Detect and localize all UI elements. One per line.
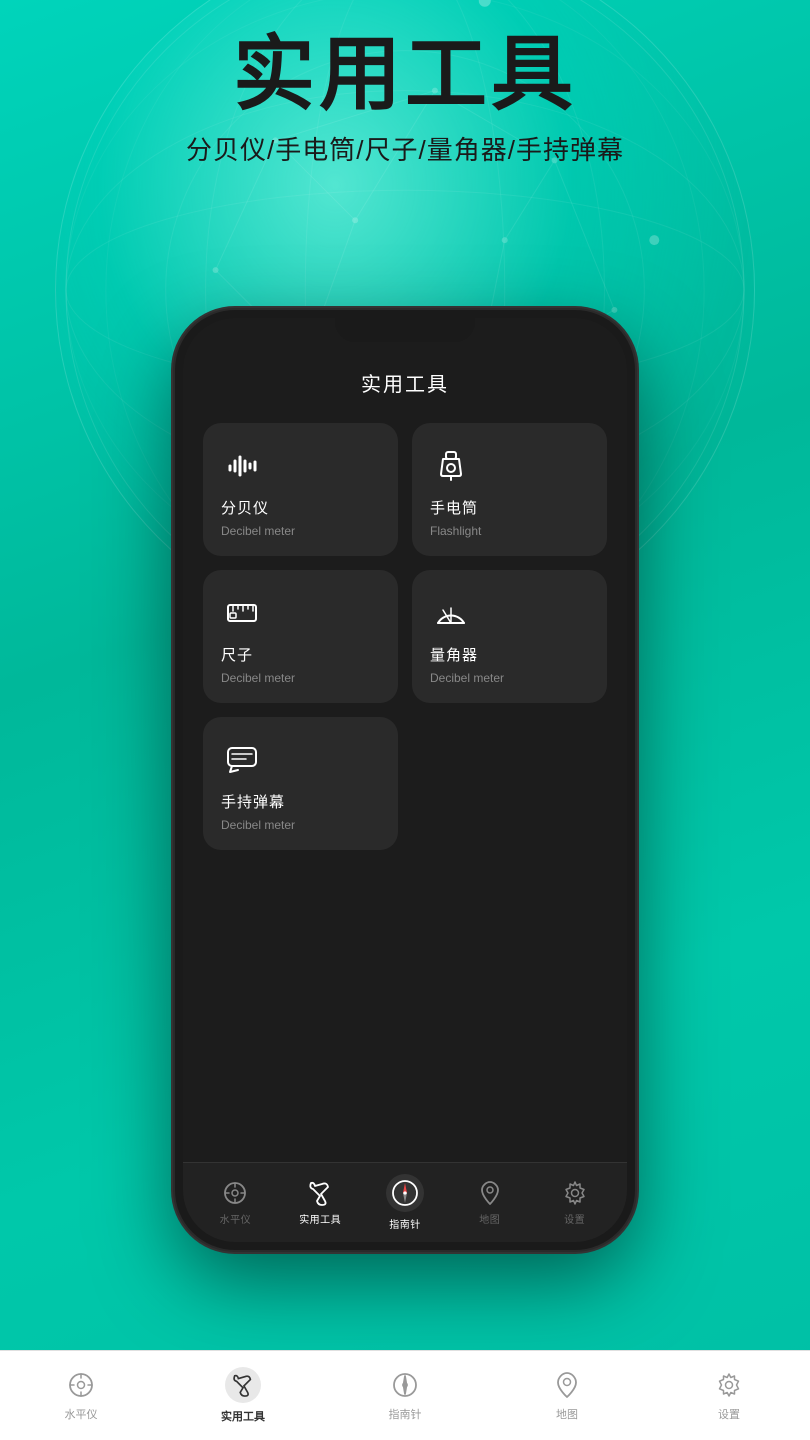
danmu-name-cn: 手持弹幕 <box>221 791 380 812</box>
screen-title: 实用工具 <box>203 368 607 397</box>
map-nav-icon <box>476 1179 504 1207</box>
bar-item-tools[interactable]: 实用工具 <box>162 1367 324 1424</box>
bar-settings-icon <box>713 1369 745 1401</box>
bar-tools-label: 实用工具 <box>221 1408 265 1424</box>
decibel-name-cn: 分贝仪 <box>221 497 380 518</box>
flashlight-name-cn: 手电筒 <box>430 497 589 518</box>
ruler-name-cn: 尺子 <box>221 644 380 665</box>
flashlight-icon <box>430 445 472 487</box>
nav-item-tools[interactable]: 实用工具 <box>278 1179 363 1226</box>
bar-settings-label: 设置 <box>718 1406 740 1422</box>
level-nav-label: 水平仪 <box>220 1211 252 1226</box>
danmu-name-en: Decibel meter <box>221 818 380 832</box>
protractor-icon <box>430 592 472 634</box>
decibel-name-en: Decibel meter <box>221 524 380 538</box>
ruler-icon <box>221 592 263 634</box>
tool-card-danmu[interactable]: 手持弹幕 Decibel meter <box>203 717 398 850</box>
map-nav-label: 地图 <box>479 1211 500 1226</box>
compass-nav-icon-wrap <box>386 1174 424 1212</box>
sub-title: 分贝仪/手电筒/尺子/量角器/手持弹幕 <box>0 130 810 167</box>
bar-item-compass[interactable]: 指南针 <box>324 1369 486 1422</box>
danmu-icon <box>221 739 263 781</box>
phone-notch <box>335 310 475 342</box>
phone-outer: 实用工具 <box>175 310 635 1250</box>
tool-card-decibel[interactable]: 分贝仪 Decibel meter <box>203 423 398 556</box>
phone-screen: 实用工具 <box>183 318 627 1242</box>
ruler-name-en: Decibel meter <box>221 671 380 685</box>
nav-item-settings[interactable]: 设置 <box>532 1179 617 1226</box>
bar-map-icon <box>551 1369 583 1401</box>
bar-tools-icon-wrap <box>225 1367 261 1403</box>
tools-nav-label: 实用工具 <box>299 1211 341 1226</box>
decibel-icon <box>221 445 263 487</box>
tools-nav-icon <box>306 1179 334 1207</box>
header-section: 实用工具 分贝仪/手电筒/尺子/量角器/手持弹幕 <box>0 30 810 167</box>
nav-item-level[interactable]: 水平仪 <box>193 1179 278 1226</box>
bottom-app-bar: 水平仪 实用工具 指南针 地图 <box>0 1350 810 1440</box>
bar-compass-icon <box>389 1369 421 1401</box>
main-title: 实用工具 <box>0 30 810 120</box>
bar-item-map[interactable]: 地图 <box>486 1369 648 1422</box>
bar-map-label: 地图 <box>556 1406 578 1422</box>
level-nav-icon <box>221 1179 249 1207</box>
nav-item-map[interactable]: 地图 <box>447 1179 532 1226</box>
bar-item-level[interactable]: 水平仪 <box>0 1369 162 1422</box>
settings-nav-icon <box>561 1179 589 1207</box>
bar-item-settings[interactable]: 设置 <box>648 1369 810 1422</box>
protractor-name-en: Decibel meter <box>430 671 589 685</box>
bar-level-icon <box>65 1369 97 1401</box>
bar-level-label: 水平仪 <box>65 1406 98 1422</box>
bar-compass-label: 指南针 <box>389 1406 422 1422</box>
compass-nav-label: 指南针 <box>389 1216 421 1231</box>
tool-card-ruler[interactable]: 尺子 Decibel meter <box>203 570 398 703</box>
tool-card-protractor[interactable]: 量角器 Decibel meter <box>412 570 607 703</box>
tool-card-flashlight[interactable]: 手电筒 Flashlight <box>412 423 607 556</box>
phone-bottom-nav: 水平仪 实用工具 <box>183 1162 627 1242</box>
tool-grid: 分贝仪 Decibel meter 手电筒 <box>183 413 627 1162</box>
protractor-name-cn: 量角器 <box>430 644 589 665</box>
flashlight-name-en: Flashlight <box>430 524 589 538</box>
settings-nav-label: 设置 <box>564 1211 585 1226</box>
nav-item-compass[interactable]: 指南针 <box>363 1174 448 1231</box>
phone-mockup: 实用工具 <box>175 310 635 1250</box>
